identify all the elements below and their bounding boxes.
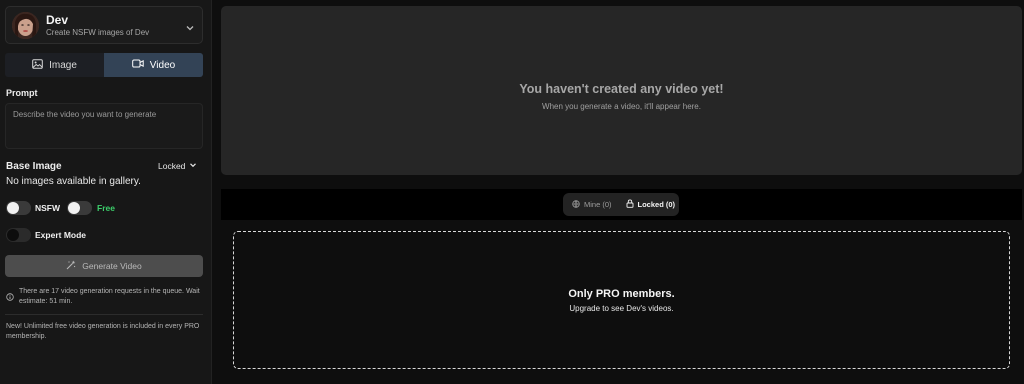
promo-notice: New! Unlimited free video generation is …	[6, 323, 200, 340]
character-selector[interactable]: Dev Create NSFW images of Dev	[5, 6, 203, 44]
info-icon	[6, 288, 14, 306]
video-empty-state: You haven't created any video yet! When …	[221, 6, 1022, 175]
prompt-label: Prompt	[6, 88, 38, 98]
base-image-dropdown-value: Locked	[158, 161, 186, 171]
generate-video-button[interactable]: Generate Video	[5, 255, 203, 277]
queue-notice: There are 17 video generation requests i…	[6, 287, 204, 306]
tab-video[interactable]: Video	[104, 53, 203, 77]
nsfw-toggle[interactable]	[6, 201, 31, 215]
tab-locked-label: Locked (0)	[637, 200, 676, 209]
pro-gate-panel: Only PRO members. Upgrade to see Dev's v…	[233, 231, 1010, 369]
base-image-dropdown[interactable]: Locked	[158, 159, 203, 173]
pro-gate-subtitle: Upgrade to see Dev's videos.	[569, 304, 674, 313]
chevron-down-icon	[185, 20, 195, 38]
character-subtitle: Create NSFW images of Dev	[46, 28, 150, 37]
generate-video-label: Generate Video	[82, 261, 142, 271]
expert-mode-toggle[interactable]	[6, 228, 31, 242]
empty-state-title: You haven't created any video yet!	[519, 82, 724, 96]
character-name: Dev	[46, 13, 69, 27]
tab-video-label: Video	[149, 59, 176, 71]
empty-state-subtitle: When you generate a video, it'll appear …	[542, 102, 701, 111]
globe-icon	[572, 199, 580, 210]
nsfw-label: NSFW	[35, 203, 61, 213]
free-label: Free	[97, 203, 115, 213]
divider	[5, 314, 203, 315]
sidebar: Dev Create NSFW images of Dev Image Vide…	[0, 0, 212, 384]
lock-icon	[626, 199, 634, 210]
image-icon	[32, 58, 43, 72]
prompt-input[interactable]	[5, 103, 203, 149]
tab-image-label: Image	[49, 59, 77, 71]
tab-image[interactable]: Image	[5, 53, 104, 77]
tab-locked[interactable]: Locked (0)	[620, 196, 682, 213]
tab-mine[interactable]: Mine (0)	[566, 196, 618, 213]
queue-notice-text: There are 17 video generation requests i…	[19, 288, 200, 305]
free-toggle[interactable]	[67, 201, 92, 215]
tab-mine-label: Mine (0)	[584, 200, 612, 209]
magic-wand-icon	[66, 260, 76, 272]
chevron-down-icon	[189, 161, 197, 171]
filter-tabs: Mine (0) Locked (0)	[563, 193, 679, 216]
expert-mode-label: Expert Mode	[35, 230, 87, 240]
mode-tabs: Image Video	[5, 53, 203, 77]
avatar	[12, 12, 39, 39]
pro-gate-title: Only PRO members.	[568, 288, 675, 300]
no-images-text: No images available in gallery.	[6, 176, 141, 187]
base-image-label: Base Image	[6, 161, 62, 172]
video-camera-icon	[131, 59, 144, 71]
